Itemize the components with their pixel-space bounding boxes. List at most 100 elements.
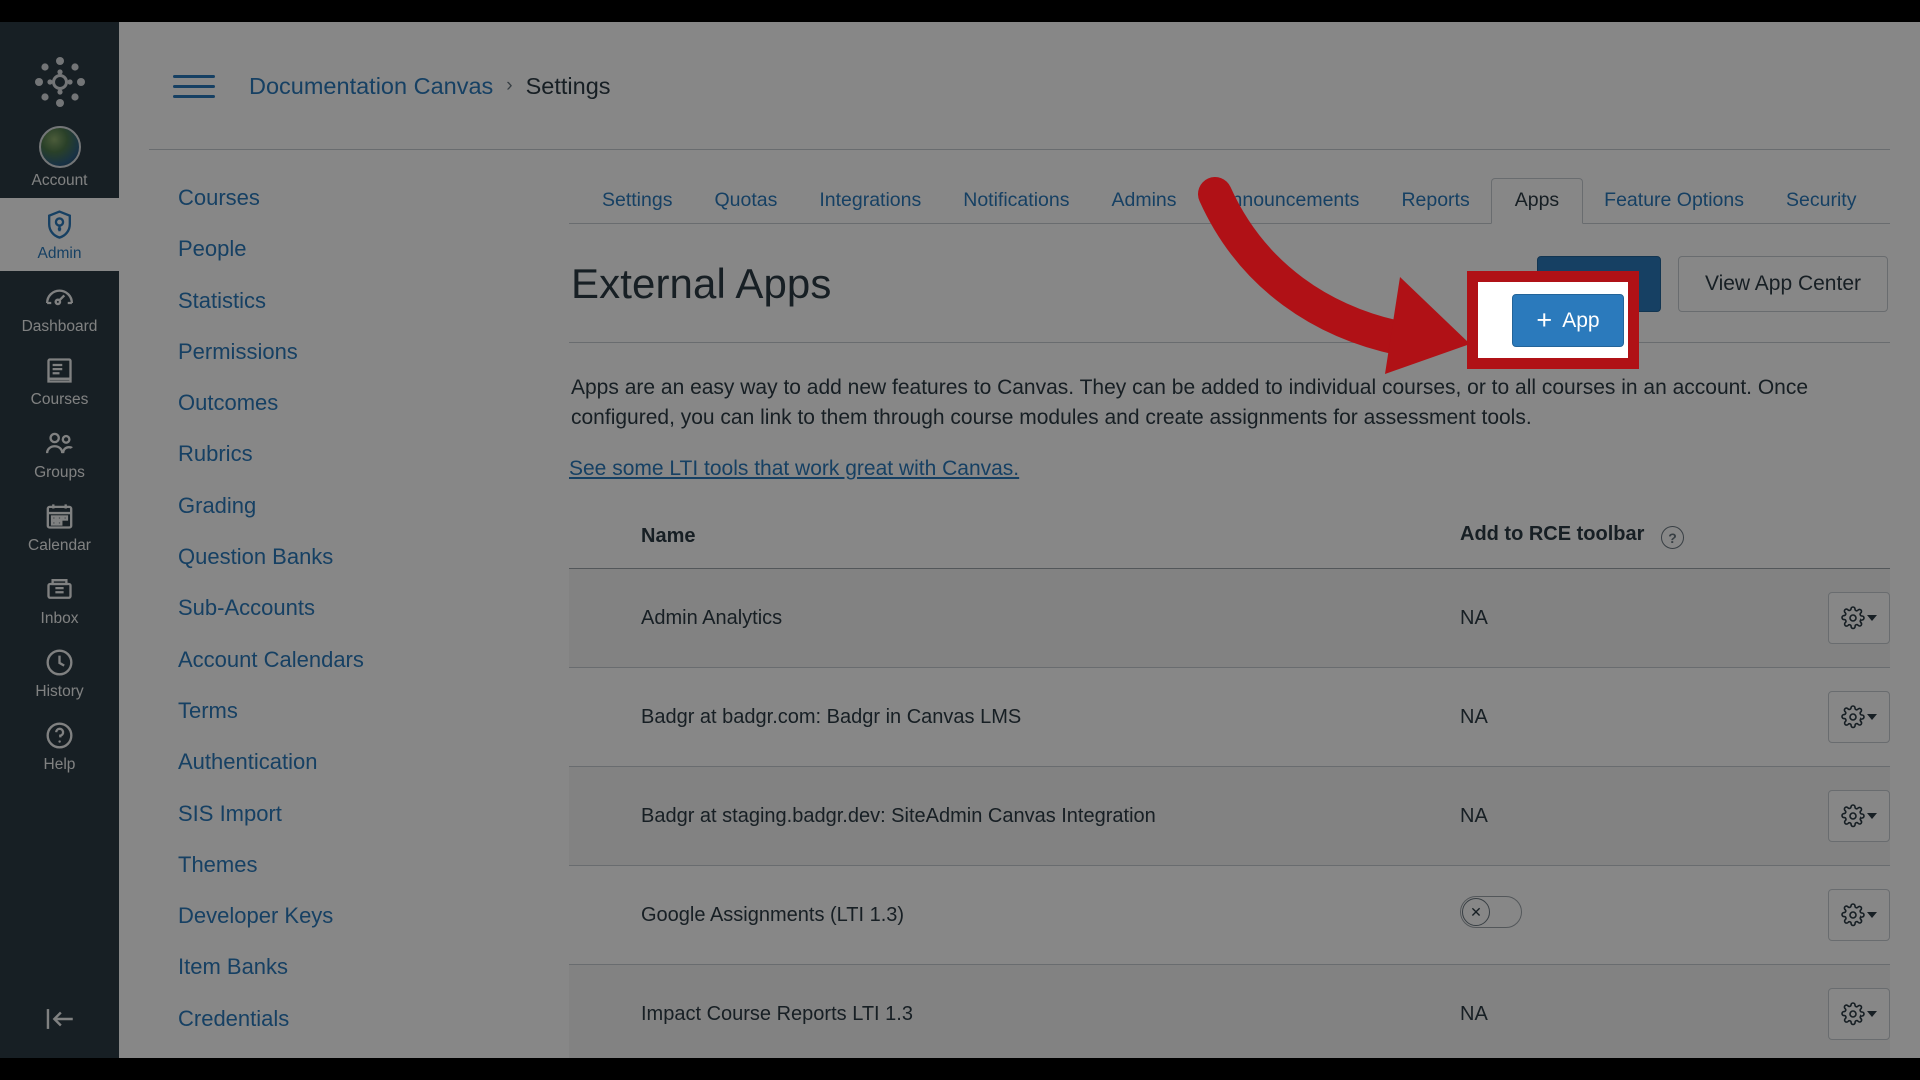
account-nav-item-outcomes[interactable]: Outcomes — [149, 377, 449, 428]
global-nav-label: Courses — [30, 391, 89, 409]
global-nav-item-courses[interactable]: Courses — [0, 344, 119, 417]
external-apps-table: Name Add to RCE toolbar ? Admin Analytic… — [569, 522, 1890, 1058]
chevron-down-icon — [1867, 813, 1877, 820]
table-row: Impact Course Reports LTI 1.3 NA — [569, 964, 1890, 1058]
question-circle-icon[interactable]: ? — [1661, 526, 1684, 550]
global-nav-item-calendar[interactable]: Calendar — [0, 490, 119, 563]
column-header-rce: Add to RCE toolbar ? — [1460, 522, 1790, 570]
main-pane: Settings Quotas Integrations Notificatio… — [569, 172, 1890, 1058]
gear-icon — [1841, 903, 1865, 927]
collapse-arrow-icon[interactable] — [0, 988, 119, 1058]
account-nav-item-credentials[interactable]: Credentials — [149, 993, 449, 1044]
breadcrumb-current: Settings — [525, 72, 611, 99]
app-settings-gear-button[interactable] — [1828, 790, 1890, 843]
book-icon — [43, 354, 76, 387]
lti-tools-link[interactable]: See some LTI tools that work great with … — [569, 457, 1019, 481]
account-nav-item-themes[interactable]: Themes — [149, 839, 449, 890]
account-nav-item-grading[interactable]: Grading — [149, 480, 449, 531]
account-nav-item-sub-accounts[interactable]: Sub-Accounts — [149, 582, 449, 633]
chevron-down-icon — [1867, 615, 1877, 622]
app-settings-gear-button[interactable] — [1828, 889, 1890, 942]
page-header-row: External Apps + App View App Center — [569, 224, 1890, 343]
global-nav-item-account[interactable]: Account — [0, 116, 119, 198]
app-rce-cell: NA — [1460, 964, 1790, 1058]
app-actions-cell — [1790, 865, 1890, 966]
app-actions-cell — [1790, 964, 1890, 1058]
tab-integrations[interactable]: Integrations — [798, 180, 942, 224]
global-nav-item-admin[interactable]: Admin — [0, 198, 119, 272]
account-nav-item-permissions[interactable]: Permissions — [149, 326, 449, 377]
global-nav-item-dashboard[interactable]: Dashboard — [0, 271, 119, 344]
tab-announcements[interactable]: Announcements — [1198, 180, 1381, 224]
tab-quotas[interactable]: Quotas — [693, 180, 798, 224]
table-head: Name Add to RCE toolbar ? — [569, 522, 1890, 570]
account-nav-item-courses[interactable]: Courses — [149, 172, 449, 223]
tab-reports[interactable]: Reports — [1380, 180, 1490, 224]
gear-icon — [1841, 804, 1865, 828]
avatar — [38, 126, 81, 168]
global-nav-label: Inbox — [40, 610, 79, 628]
column-header-name: Name — [569, 522, 1460, 570]
app-name-cell: Admin Analytics — [569, 568, 1460, 669]
settings-tabs: Settings Quotas Integrations Notificatio… — [569, 172, 1890, 224]
tab-settings[interactable]: Settings — [581, 180, 693, 224]
tab-feature-options[interactable]: Feature Options — [1583, 180, 1765, 224]
tab-notifications[interactable]: Notifications — [942, 180, 1090, 224]
content-area: Documentation Canvas › Settings Courses … — [119, 22, 1920, 1058]
plus-icon: + — [1536, 305, 1553, 335]
canvas-app-window: Account Admin Dashboard Courses Groups C… — [0, 22, 1920, 1058]
app-name-cell: Google Assignments (LTI 1.3) — [569, 865, 1460, 966]
global-nav-item-groups[interactable]: Groups — [0, 417, 119, 490]
app-rce-cell: NA — [1460, 568, 1790, 669]
column-header-rce-label: Add to RCE toolbar — [1460, 522, 1645, 545]
global-nav-label: History — [35, 683, 84, 701]
global-nav-item-inbox[interactable]: Inbox — [0, 563, 119, 636]
chevron-down-icon — [1867, 912, 1877, 919]
global-nav-label: Groups — [34, 464, 85, 482]
app-settings-gear-button[interactable] — [1828, 691, 1890, 744]
clock-icon — [43, 646, 76, 679]
account-nav-item-rubrics[interactable]: Rubrics — [149, 428, 449, 479]
highlighted-add-app-label: App — [1562, 308, 1600, 332]
chevron-down-icon — [1867, 1011, 1877, 1018]
account-nav-item-account-calendars[interactable]: Account Calendars — [149, 634, 449, 685]
global-nav-label: Account — [31, 172, 88, 189]
account-nav-item-sis-import[interactable]: SIS Import — [149, 788, 449, 839]
global-navigation: Account Admin Dashboard Courses Groups C… — [0, 22, 119, 1058]
breadcrumb-root[interactable]: Documentation Canvas — [249, 73, 493, 100]
global-nav-item-history[interactable]: History — [0, 636, 119, 709]
tab-security[interactable]: Security — [1765, 180, 1877, 224]
screenshot-page: Account Admin Dashboard Courses Groups C… — [0, 0, 1920, 1080]
rce-toolbar-toggle[interactable]: ✕ — [1460, 896, 1522, 929]
column-header-actions — [1790, 522, 1890, 570]
account-nav-item-people[interactable]: People — [149, 223, 449, 274]
table-row: Badgr at staging.badgr.dev: SiteAdmin Ca… — [569, 766, 1890, 867]
view-app-center-button[interactable]: View App Center — [1677, 256, 1888, 312]
app-settings-gear-button[interactable] — [1828, 988, 1890, 1041]
table-row: Google Assignments (LTI 1.3) ✕ — [569, 865, 1890, 966]
app-name-cell: Impact Course Reports LTI 1.3 — [569, 964, 1460, 1058]
chevron-down-icon — [1867, 714, 1877, 721]
app-rce-cell: ✕ — [1460, 865, 1790, 966]
account-nav-item-developer-keys[interactable]: Developer Keys — [149, 890, 449, 941]
account-nav-item-terms[interactable]: Terms — [149, 685, 449, 736]
breadcrumb-divider — [149, 149, 1890, 150]
account-nav-item-question-banks[interactable]: Question Banks — [149, 531, 449, 582]
global-nav-label: Calendar — [28, 537, 91, 555]
table-header-row: Name Add to RCE toolbar ? — [569, 522, 1890, 570]
account-nav-item-item-banks[interactable]: Item Banks — [149, 941, 449, 992]
account-nav-item-admin-analytics[interactable]: Admin Analytics — [149, 1044, 449, 1058]
account-nav-item-authentication[interactable]: Authentication — [149, 736, 449, 787]
tab-apps[interactable]: Apps — [1490, 177, 1584, 224]
highlighted-add-app-button[interactable]: + App — [1512, 294, 1624, 347]
app-rce-cell: NA — [1460, 766, 1790, 867]
hamburger-icon[interactable] — [173, 65, 215, 107]
tab-admins[interactable]: Admins — [1090, 180, 1197, 224]
app-settings-gear-button[interactable] — [1828, 592, 1890, 645]
canvas-logo-icon[interactable] — [26, 48, 94, 116]
global-nav-item-help[interactable]: Help — [0, 709, 119, 782]
account-nav-item-statistics[interactable]: Statistics — [149, 275, 449, 326]
table-row: Badgr at badgr.com: Badgr in Canvas LMS … — [569, 667, 1890, 768]
calendar-icon — [43, 500, 76, 533]
global-nav-label: Admin — [37, 245, 82, 263]
